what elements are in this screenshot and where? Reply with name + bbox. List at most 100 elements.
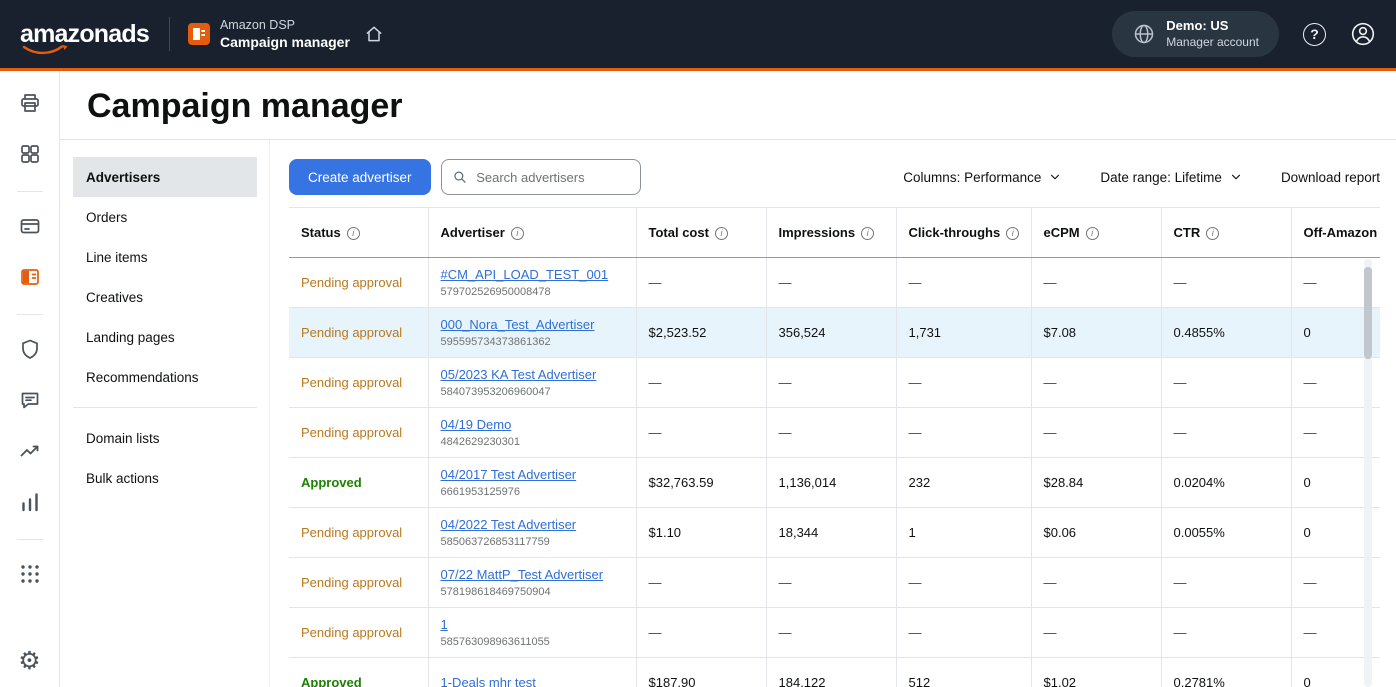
advertiser-link[interactable]: 04/2017 Test Advertiser — [441, 467, 577, 482]
status-badge: Pending approval — [301, 425, 402, 440]
metric-cell: — — [766, 608, 896, 658]
table-scrollbar[interactable] — [1364, 259, 1372, 687]
sidebar-item-advertisers[interactable]: Advertisers — [73, 157, 257, 197]
status-cell: Pending approval — [289, 258, 428, 308]
metric-cell: — — [636, 608, 766, 658]
sidebar-item-orders[interactable]: Orders — [73, 197, 257, 237]
table-scrollbar-thumb[interactable] — [1364, 267, 1372, 359]
info-icon[interactable]: i — [511, 227, 524, 240]
sidebar-item-creatives[interactable]: Creatives — [73, 277, 257, 317]
advertiser-link[interactable]: 07/22 MattP_Test Advertiser — [441, 567, 604, 582]
trending-up-icon[interactable] — [10, 431, 50, 471]
dashboard-icon[interactable] — [10, 134, 50, 174]
account-switcher[interactable]: Demo: US Manager account — [1112, 11, 1279, 57]
advertiser-id: 578198618469750904 — [441, 586, 624, 598]
advertiser-cell: 1-Deals mhr test — [428, 658, 636, 687]
status-badge: Pending approval — [301, 625, 402, 640]
campaign-manager-icon[interactable] — [10, 257, 50, 297]
chat-icon[interactable] — [10, 380, 50, 420]
metric-cell: $0.06 — [1031, 508, 1161, 558]
info-icon[interactable]: i — [1006, 227, 1019, 240]
table-row: Pending approval#CM_API_LOAD_TEST_001579… — [289, 258, 1380, 308]
status-badge: Pending approval — [301, 375, 402, 390]
advertisers-table-element: StatusiAdvertiseriTotal costiImpressions… — [289, 207, 1380, 687]
home-icon[interactable] — [364, 24, 384, 44]
table-row: Approved1-Deals mhr test$187.90184,12251… — [289, 658, 1380, 687]
column-header-total-cost: Total cost i — [636, 208, 766, 258]
advertiser-cell: 04/19 Demo4842629230301 — [428, 408, 636, 458]
column-label: eCPM — [1044, 225, 1080, 240]
table-row: Pending approval1585763098963611055—————… — [289, 608, 1380, 658]
help-icon[interactable]: ? — [1303, 23, 1326, 46]
sidebar-item-domain-lists[interactable]: Domain lists — [73, 418, 257, 458]
status-cell: Pending approval — [289, 358, 428, 408]
chevron-down-icon — [1229, 170, 1243, 184]
settings-gear-icon[interactable]: ⚙ — [10, 641, 50, 681]
metric-cell: — — [766, 558, 896, 608]
table-header-row: StatusiAdvertiseriTotal costiImpressions… — [289, 208, 1380, 258]
sidebar-item-recommendations[interactable]: Recommendations — [73, 357, 257, 397]
column-header-off-amazon-co: Off-Amazon coi — [1291, 208, 1380, 258]
advertiser-cell: 04/2022 Test Advertiser58506372685311775… — [428, 508, 636, 558]
advertiser-id: 6661953125976 — [441, 486, 624, 498]
metric-cell: — — [1161, 408, 1291, 458]
search-input[interactable] — [474, 169, 629, 186]
metric-cell: — — [1031, 358, 1161, 408]
columns-dropdown[interactable]: Columns: Performance — [903, 170, 1062, 185]
metric-cell: 1,731 — [896, 308, 1031, 358]
bar-chart-icon[interactable] — [10, 482, 50, 522]
advertiser-cell: 1585763098963611055 — [428, 608, 636, 658]
table-row: Pending approval04/2022 Test Advertiser5… — [289, 508, 1380, 558]
sidebar-item-bulk-actions[interactable]: Bulk actions — [73, 458, 257, 498]
column-header-impressions: Impressionsi — [766, 208, 896, 258]
search-icon — [452, 168, 468, 186]
download-report-button[interactable]: Download report — [1281, 170, 1380, 185]
shield-icon[interactable] — [10, 329, 50, 369]
status-cell: Approved — [289, 458, 428, 508]
apps-grid-icon[interactable] — [10, 554, 50, 594]
user-account-icon[interactable] — [1350, 21, 1376, 47]
sidebar-item-line-items[interactable]: Line items — [73, 237, 257, 277]
billing-card-icon[interactable] — [10, 206, 50, 246]
metric-cell: 0.0055% — [1161, 508, 1291, 558]
date-range-dropdown[interactable]: Date range: Lifetime — [1100, 170, 1243, 185]
info-icon[interactable]: i — [1086, 227, 1099, 240]
app-section: Campaign manager — [220, 33, 350, 51]
app-title-block: Amazon DSP Campaign manager — [220, 17, 350, 51]
info-icon[interactable]: i — [715, 227, 728, 240]
advertiser-link[interactable]: #CM_API_LOAD_TEST_001 — [441, 267, 609, 282]
topbar: amazonads Amazon DSP Campaign manager De… — [0, 0, 1396, 68]
advertiser-link[interactable]: 04/2022 Test Advertiser — [441, 517, 577, 532]
metric-cell: — — [896, 608, 1031, 658]
status-cell: Pending approval — [289, 558, 428, 608]
sidebar-item-landing-pages[interactable]: Landing pages — [73, 317, 257, 357]
advertiser-link[interactable]: 000_Nora_Test_Advertiser — [441, 317, 595, 332]
metric-cell: $1.10 — [636, 508, 766, 558]
advertiser-link[interactable]: 1 — [441, 617, 448, 632]
advertiser-cell: 05/2023 KA Test Advertiser58407395320696… — [428, 358, 636, 408]
printer-icon[interactable] — [10, 83, 50, 123]
topbar-divider — [169, 17, 170, 51]
metric-cell: — — [766, 408, 896, 458]
columns-dropdown-label: Columns: Performance — [903, 170, 1041, 185]
advertiser-link[interactable]: 05/2023 KA Test Advertiser — [441, 367, 597, 382]
info-icon[interactable]: i — [1206, 227, 1219, 240]
main-area: Campaign manager AdvertisersOrdersLine i… — [60, 71, 1396, 687]
column-label: CTR — [1174, 225, 1201, 240]
rail-divider — [17, 539, 43, 540]
dsp-logo-icon — [188, 23, 210, 45]
advertiser-link[interactable]: 1-Deals mhr test — [441, 675, 536, 687]
advertiser-link[interactable]: 04/19 Demo — [441, 417, 512, 432]
info-icon[interactable]: i — [347, 227, 360, 240]
metric-cell: — — [636, 358, 766, 408]
amazonads-logo[interactable]: amazonads — [20, 22, 149, 47]
info-icon[interactable]: i — [861, 227, 874, 240]
column-label: Off-Amazon co — [1304, 225, 1381, 240]
body-row: AdvertisersOrdersLine itemsCreativesLand… — [60, 139, 1396, 687]
column-header-status: Statusi — [289, 208, 428, 258]
metric-cell: — — [1031, 408, 1161, 458]
column-label: Total cost — [649, 225, 709, 240]
create-advertiser-button[interactable]: Create advertiser — [289, 159, 431, 195]
advertiser-id: 595595734373861362 — [441, 336, 624, 348]
search-box[interactable] — [441, 159, 641, 195]
